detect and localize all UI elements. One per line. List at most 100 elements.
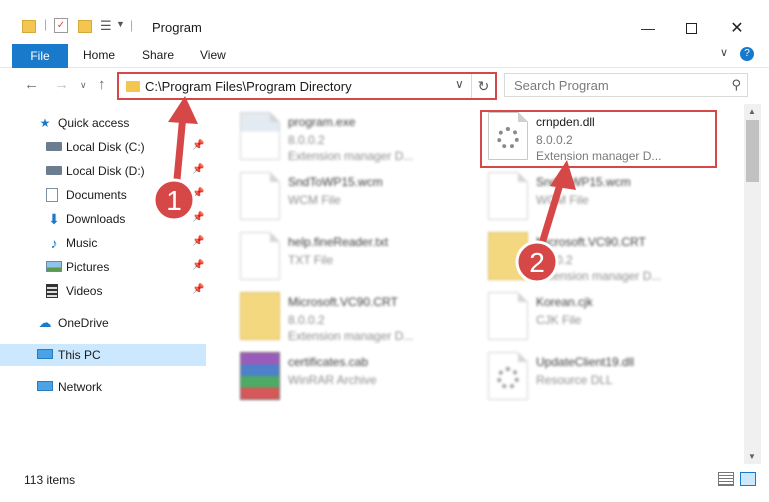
- scroll-thumb[interactable]: [746, 120, 759, 182]
- navigation-bar: ← → ∨ ↑ C:\Program Files\Program Directo…: [0, 68, 769, 104]
- file-version: 8.0.0.2: [536, 253, 573, 267]
- pin-icon[interactable]: 📌: [192, 260, 204, 271]
- file-name: certificates.cab: [288, 355, 369, 369]
- maximize-icon: [685, 22, 697, 34]
- pin-icon[interactable]: 📌: [192, 236, 204, 247]
- details-view-icon[interactable]: [718, 472, 734, 486]
- pin-icon[interactable]: 📌: [192, 212, 204, 223]
- file-item[interactable]: Microsoft.VC90.CRT 8.0.0.2 Extension man…: [232, 288, 472, 344]
- music-icon: ♪: [50, 235, 58, 251]
- sidebar-item-downloads[interactable]: ⬇ Downloads 📌: [0, 208, 206, 230]
- file-description: Extension manager D...: [288, 149, 414, 163]
- file-item[interactable]: UpdateClient19.dll Resource DLL: [480, 348, 720, 404]
- sidebar-item-label: This PC: [58, 348, 101, 362]
- target-file-highlight: [480, 110, 717, 168]
- file-name: help.fineReader.txt: [288, 235, 389, 249]
- close-button[interactable]: ✕: [714, 14, 760, 42]
- tab-share[interactable]: Share: [142, 48, 174, 62]
- file-type: WinRAR Archive: [288, 373, 377, 387]
- sidebar-item-local-disk-c[interactable]: Local Disk (C:) 📌: [0, 136, 206, 158]
- address-bar[interactable]: C:\Program Files\Program Directory ∨ ↻: [117, 72, 497, 100]
- file-item[interactable]: certificates.cab WinRAR Archive: [232, 348, 472, 404]
- sidebar-item-network[interactable]: Network: [0, 376, 206, 398]
- sidebar-item-label: Pictures: [66, 260, 110, 274]
- maximize-button[interactable]: [668, 14, 714, 42]
- drive-icon: [46, 142, 62, 151]
- sidebar-item-this-pc[interactable]: This PC: [0, 344, 206, 366]
- download-icon: ⬇: [48, 211, 60, 227]
- file-item[interactable]: SndToWP15.wcm WCM File: [232, 168, 472, 224]
- recent-locations-icon[interactable]: ∨: [80, 80, 87, 91]
- file-name: Microsoft.VC90.CRT: [288, 295, 398, 309]
- file-icon: [240, 172, 280, 220]
- sidebar-item-pictures[interactable]: Pictures 📌: [0, 256, 206, 278]
- item-count: 113 items: [24, 473, 76, 487]
- file-item[interactable]: help.fineReader.txt TXT File: [232, 228, 472, 284]
- help-icon[interactable]: ?: [740, 47, 754, 61]
- file-item[interactable]: SndToWP15.wcm WCM File: [480, 168, 720, 224]
- window-title: Program: [152, 20, 202, 35]
- separator-icon: |: [130, 18, 134, 32]
- file-type: WCM File: [536, 193, 589, 207]
- title-bar: | ✓ ☰ ▼ | Program — ✕: [0, 0, 769, 42]
- sidebar-item-label: Downloads: [66, 212, 126, 226]
- file-icon: [240, 232, 280, 280]
- dropdown-arrow-icon[interactable]: ▼: [116, 19, 125, 35]
- documents-icon: [46, 188, 58, 202]
- forward-arrow-icon[interactable]: →: [54, 76, 69, 93]
- file-version: 8.0.0.2: [288, 313, 325, 327]
- file-name: SndToWP15.wcm: [288, 175, 383, 189]
- file-version: 8.0.0.2: [288, 133, 325, 147]
- file-type: WCM File: [288, 193, 341, 207]
- sidebar-item-label: Local Disk (D:): [66, 164, 145, 178]
- scroll-down-icon[interactable]: ▼: [748, 452, 756, 461]
- refresh-button[interactable]: ↻: [471, 74, 495, 98]
- sidebar-item-music[interactable]: ♪ Music 📌: [0, 232, 206, 254]
- tab-file[interactable]: File: [12, 44, 68, 68]
- search-icon[interactable]: ⚲: [731, 77, 741, 93]
- expand-ribbon-icon[interactable]: ∨: [720, 46, 728, 59]
- pin-icon[interactable]: 📌: [192, 188, 204, 199]
- folder-icon: [22, 20, 36, 33]
- navigation-pane: ★ Quick access Local Disk (C:) 📌 Local D…: [0, 104, 210, 464]
- exe-icon: [240, 112, 280, 160]
- sidebar-item-documents[interactable]: Documents 📌: [0, 184, 206, 206]
- address-path[interactable]: C:\Program Files\Program Directory: [145, 79, 352, 94]
- sidebar-item-onedrive[interactable]: ☁ OneDrive: [0, 312, 206, 334]
- properties-icon[interactable]: ✓: [54, 18, 68, 33]
- vertical-scrollbar[interactable]: ▲ ▼: [744, 104, 761, 464]
- pin-icon[interactable]: 📌: [192, 284, 204, 295]
- sidebar-item-local-disk-d[interactable]: Local Disk (D:) 📌: [0, 160, 206, 182]
- new-folder-icon[interactable]: [78, 20, 92, 33]
- separator-icon: |: [44, 17, 48, 31]
- tab-home[interactable]: Home: [83, 48, 115, 62]
- dll-gear-icon: [488, 352, 528, 400]
- cloud-icon: ☁: [38, 315, 52, 330]
- back-arrow-icon[interactable]: ←: [24, 76, 39, 93]
- sidebar-item-videos[interactable]: Videos 📌: [0, 280, 206, 302]
- file-item[interactable]: Korean.cjk CJK File: [480, 288, 720, 344]
- file-description: Extension manager D...: [536, 269, 662, 283]
- file-name: Microsoft.VC90.CRT: [536, 235, 646, 249]
- large-icons-view-icon[interactable]: [740, 472, 756, 486]
- pin-icon[interactable]: 📌: [192, 140, 204, 151]
- file-type: TXT File: [288, 253, 334, 267]
- customize-view-icon[interactable]: ☰: [100, 18, 112, 34]
- up-arrow-icon[interactable]: ↑: [98, 76, 106, 93]
- ribbon: File Home Share View ∨ ?: [0, 42, 769, 68]
- chevron-down-icon[interactable]: ∨: [455, 77, 464, 91]
- sidebar-item-quick-access[interactable]: ★ Quick access: [0, 112, 206, 134]
- scroll-up-icon[interactable]: ▲: [748, 107, 756, 116]
- minimize-button[interactable]: —: [625, 14, 671, 42]
- drive-icon: [46, 166, 62, 175]
- sidebar-item-label: Network: [58, 380, 103, 394]
- folder-icon: [126, 81, 140, 92]
- sidebar-item-label: Documents: [66, 188, 127, 202]
- file-name: program.exe: [288, 115, 356, 129]
- tab-view[interactable]: View: [200, 48, 226, 62]
- sidebar-item-label: OneDrive: [58, 316, 109, 330]
- search-input[interactable]: Search Program ⚲: [504, 73, 748, 97]
- file-item[interactable]: program.exe 8.0.0.2 Extension manager D.…: [232, 108, 472, 164]
- pin-icon[interactable]: 📌: [192, 164, 204, 175]
- file-item[interactable]: Microsoft.VC90.CRT 8.0.0.2 Extension man…: [480, 228, 720, 284]
